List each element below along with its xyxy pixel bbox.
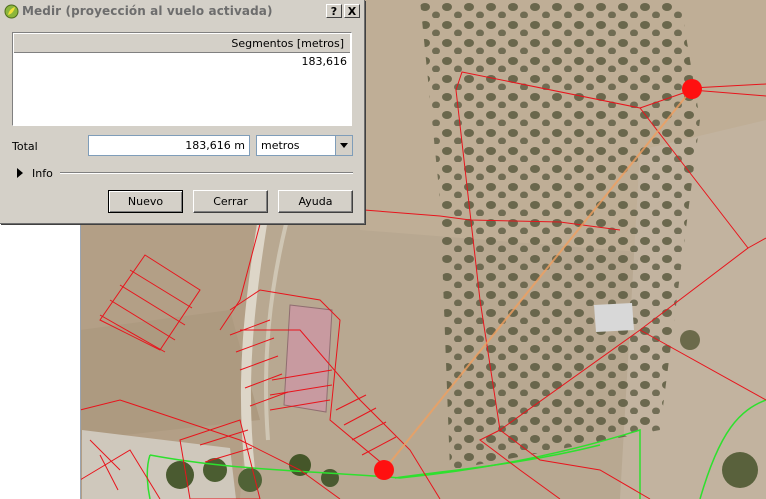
units-selected-value: metros — [261, 139, 300, 152]
new-button[interactable]: Nuevo — [108, 190, 183, 213]
segments-column-header[interactable]: Segmentos [metros] — [14, 34, 350, 53]
measure-dialog: Medir (proyección al vuelo activada) ? X… — [0, 0, 365, 224]
dialog-title: Medir (proyección al vuelo activada) — [22, 4, 273, 18]
help-title-button[interactable]: ? — [326, 4, 342, 18]
total-label: Total — [12, 140, 38, 153]
measure-end-vertex — [682, 79, 702, 99]
map-frame-border — [80, 224, 81, 499]
info-separator — [60, 172, 353, 174]
close-button[interactable]: Cerrar — [193, 190, 268, 213]
help-button[interactable]: Ayuda — [278, 190, 353, 213]
segment-row[interactable]: 183,616 — [302, 55, 348, 68]
segments-table[interactable]: Segmentos [metros] 183,616 — [12, 32, 352, 126]
close-title-button[interactable]: X — [344, 4, 360, 18]
expand-arrow-icon[interactable] — [17, 168, 23, 178]
info-section-label[interactable]: Info — [32, 167, 53, 180]
chevron-down-icon[interactable] — [335, 136, 352, 155]
qgis-app-icon — [4, 4, 19, 19]
dialog-titlebar[interactable]: Medir (proyección al vuelo activada) ? X — [0, 0, 364, 23]
measure-start-vertex — [374, 460, 394, 480]
units-select[interactable]: metros — [256, 135, 353, 156]
total-value-field[interactable]: 183,616 m — [88, 135, 250, 156]
left-panel-background — [0, 224, 80, 499]
